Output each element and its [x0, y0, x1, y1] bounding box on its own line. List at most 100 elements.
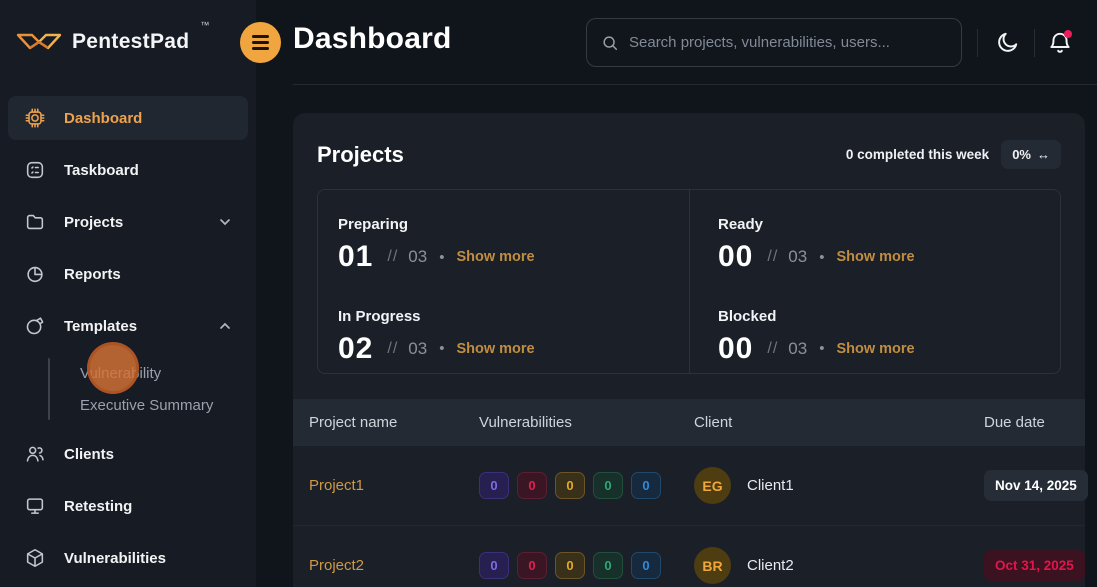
projects-table: Project name Vulnerabilities Client Due …: [293, 399, 1085, 587]
stat-total: 03: [408, 247, 427, 267]
sidebar-item-label: Retesting: [64, 498, 132, 515]
stat-label: Blocked: [718, 308, 1040, 325]
stat-label: In Progress: [338, 308, 669, 325]
template-pen-icon: [24, 315, 46, 337]
stat-separator-dot: •: [819, 340, 824, 357]
severity-badge-critical: 0: [479, 472, 509, 499]
sidebar-subitem-executive-summary[interactable]: Executive Summary: [80, 390, 248, 422]
projects-card: Projects 0 completed this week 0% ↔ Prep…: [293, 113, 1085, 587]
stat-value: 00: [718, 332, 753, 366]
column-client: Client: [694, 414, 984, 431]
severity-badge-high: 0: [517, 472, 547, 499]
notifications-button[interactable]: [1040, 23, 1080, 63]
stat-value: 02: [338, 332, 373, 366]
completed-this-week-text: 0 completed this week: [846, 147, 989, 162]
due-date-badge: Nov 14, 2025: [984, 470, 1088, 501]
brand-name: PentestPad: [72, 30, 189, 54]
topbar-divider: [1034, 29, 1035, 57]
sidebar-item-label: Dashboard: [64, 110, 142, 127]
sidebar-item-projects[interactable]: Projects: [8, 200, 248, 244]
sidebar-item-label: Vulnerabilities: [64, 550, 166, 567]
stat-ready: Ready 00 // 03 • Show more: [689, 190, 1060, 282]
severity-badge-low: 0: [593, 552, 623, 579]
topbar: Dashboard: [256, 0, 1097, 85]
stat-preparing: Preparing 01 // 03 • Show more: [318, 190, 689, 282]
menu-button[interactable]: [240, 22, 281, 63]
severity-badge-medium: 0: [555, 472, 585, 499]
stat-total: 03: [788, 339, 807, 359]
due-date-cell: Oct 31, 2025: [984, 550, 1085, 581]
brand-logo[interactable]: PentestPad ™: [0, 0, 256, 84]
templates-submenu: Vulnerability Executive Summary: [8, 356, 248, 432]
search-icon: [601, 34, 619, 52]
sidebar-item-vulnerabilities[interactable]: Vulnerabilities: [8, 536, 248, 580]
sidebar-item-label: Projects: [64, 214, 123, 231]
sidebar-item-label: Templates: [64, 318, 137, 335]
theme-toggle-button[interactable]: [987, 23, 1027, 63]
percent-value: 0%: [1012, 147, 1031, 162]
pie-chart-icon: [24, 263, 46, 285]
monitor-icon: [24, 495, 46, 517]
severity-badge-info: 0: [631, 552, 661, 579]
vulnerability-badges: 0 0 0 0 0: [479, 472, 694, 499]
sidebar: PentestPad ™ Dashboard Taskboard: [0, 0, 256, 587]
hamburger-icon: [252, 35, 269, 37]
stat-slash: //: [387, 248, 398, 266]
client-name: Client1: [747, 477, 794, 494]
projects-card-summary: 0 completed this week 0% ↔: [846, 140, 1061, 169]
show-more-link[interactable]: Show more: [836, 341, 914, 357]
completion-percent-badge: 0% ↔: [1001, 140, 1061, 169]
due-date-cell: Nov 14, 2025: [984, 470, 1088, 501]
search-input[interactable]: [629, 34, 947, 51]
table-row: Project2 0 0 0 0 0 BR Client2: [293, 526, 1085, 587]
client-avatar: EG: [694, 467, 731, 504]
stat-value: 01: [338, 240, 373, 274]
main-area: Dashboard: [256, 0, 1097, 587]
project-link[interactable]: Project1: [309, 477, 479, 494]
show-more-link[interactable]: Show more: [836, 249, 914, 265]
chevron-up-icon: [218, 319, 232, 333]
vulnerability-badges: 0 0 0 0 0: [479, 552, 694, 579]
sidebar-subitem-vulnerability[interactable]: Vulnerability: [80, 358, 248, 390]
project-status-summary: Preparing 01 // 03 • Show more Ready 00: [317, 189, 1061, 374]
projects-card-title: Projects: [317, 142, 404, 168]
show-more-link[interactable]: Show more: [456, 249, 534, 265]
stat-label: Preparing: [338, 216, 669, 233]
stat-label: Ready: [718, 216, 1040, 233]
column-vulnerabilities: Vulnerabilities: [479, 414, 694, 431]
stat-separator-dot: •: [819, 249, 824, 266]
cube-icon: [24, 547, 46, 569]
stat-total: 03: [788, 247, 807, 267]
client-name: Client2: [747, 557, 794, 574]
severity-badge-low: 0: [593, 472, 623, 499]
page-title: Dashboard: [293, 22, 452, 56]
table-row: Project1 0 0 0 0 0 EG Client1: [293, 446, 1085, 526]
show-more-link[interactable]: Show more: [456, 341, 534, 357]
column-project-name: Project name: [309, 414, 479, 431]
app-root: PentestPad ™ Dashboard Taskboard: [0, 0, 1097, 587]
client-cell: EG Client1: [694, 467, 984, 504]
stat-slash: //: [387, 340, 398, 358]
project-link[interactable]: Project2: [309, 557, 479, 574]
sidebar-item-reports[interactable]: Reports: [8, 252, 248, 296]
severity-badge-info: 0: [631, 472, 661, 499]
search-box[interactable]: [586, 18, 962, 67]
sidebar-item-retesting[interactable]: Retesting: [8, 484, 248, 528]
sidebar-item-clients[interactable]: Clients: [8, 432, 248, 476]
sidebar-nav: Dashboard Taskboard Projects: [0, 84, 256, 580]
stat-blocked: Blocked 00 // 03 • Show more: [689, 282, 1060, 374]
stat-in-progress: In Progress 02 // 03 • Show more: [318, 282, 689, 374]
severity-badge-high: 0: [517, 552, 547, 579]
sidebar-item-templates[interactable]: Templates: [8, 304, 248, 348]
cpu-icon: [24, 107, 46, 129]
moon-icon: [994, 30, 1020, 56]
stat-value: 00: [718, 240, 753, 274]
topbar-divider: [977, 29, 978, 57]
sidebar-item-taskboard[interactable]: Taskboard: [8, 148, 248, 192]
table-header: Project name Vulnerabilities Client Due …: [293, 399, 1085, 446]
due-date-badge-overdue: Oct 31, 2025: [984, 550, 1085, 581]
severity-badge-medium: 0: [555, 552, 585, 579]
trend-arrow-icon: ↔: [1037, 147, 1050, 162]
sidebar-item-dashboard[interactable]: Dashboard: [8, 96, 248, 140]
people-icon: [24, 443, 46, 465]
